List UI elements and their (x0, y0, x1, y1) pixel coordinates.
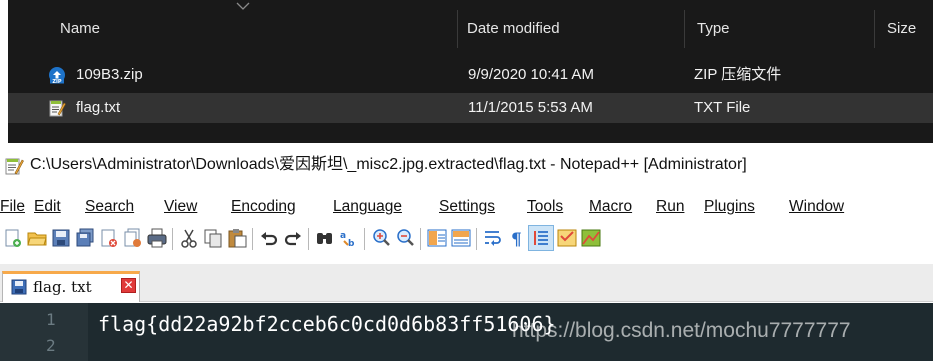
zoom-out-icon[interactable] (394, 227, 416, 249)
svg-text:ZIP: ZIP (52, 79, 61, 84)
toolbar-separator (252, 228, 253, 250)
word-wrap-icon[interactable] (482, 227, 504, 249)
copy-icon[interactable] (202, 227, 224, 249)
menu-view[interactable]: View (164, 193, 197, 221)
column-header-size[interactable]: Size (879, 10, 933, 48)
column-divider[interactable] (457, 10, 458, 48)
menu-encoding[interactable]: Encoding (231, 193, 296, 221)
file-name: flag.txt (76, 99, 121, 116)
show-all-characters-icon[interactable]: ¶ (506, 227, 528, 249)
print-icon[interactable] (146, 227, 168, 249)
saved-file-icon (11, 279, 27, 295)
tab-strip: flag. txt ✕ (0, 264, 933, 302)
zip-icon: ZIP (49, 67, 65, 84)
file-explorer: Name Date modified Type Size ZIP 109B3.z… (0, 0, 933, 143)
notepad-plus-plus-icon (5, 158, 24, 175)
menu-run[interactable]: Run (656, 193, 684, 221)
menu-window[interactable]: Window (789, 193, 844, 221)
window-title: C:\Users\Administrator\Downloads\爱因斯坦\_m… (30, 156, 747, 173)
csdn-watermark: https://blog.csdn.net/mochu7777777 (512, 319, 851, 342)
line-number-gutter: 1 2 (0, 303, 88, 361)
file-date: 11/1/2015 5:53 AM (468, 99, 593, 116)
svg-text:¶: ¶ (511, 230, 522, 249)
save-all-icon[interactable] (74, 227, 96, 249)
close-file-icon[interactable] (98, 227, 120, 249)
open-file-icon[interactable] (26, 227, 48, 249)
tab-flag-txt[interactable]: flag. txt ✕ (2, 271, 140, 302)
redo-icon[interactable] (282, 227, 304, 249)
file-name: 109B3.zip (76, 66, 143, 83)
tab-label: flag. txt (33, 278, 92, 296)
toolbar-separator (308, 228, 309, 250)
toolbar-separator (364, 228, 365, 250)
paste-icon[interactable] (226, 227, 248, 249)
editor-area[interactable]: 1 2 flag{dd22a92bf2cceb6c0cd0d6b83ff5160… (0, 303, 933, 361)
close-all-icon[interactable] (122, 227, 144, 249)
new-file-icon[interactable] (2, 227, 24, 249)
menu-settings[interactable]: Settings (439, 193, 495, 221)
column-header-name[interactable]: Name (52, 10, 452, 48)
column-divider[interactable] (684, 10, 685, 48)
tab-close-button[interactable]: ✕ (121, 278, 136, 293)
menu-search[interactable]: Search (85, 193, 134, 221)
document-map-icon[interactable] (580, 227, 602, 249)
sync-vertical-icon[interactable] (426, 227, 448, 249)
menu-plugins[interactable]: Plugins (704, 193, 755, 221)
line-number: 1 (46, 310, 56, 329)
save-icon[interactable] (50, 227, 72, 249)
menu-edit[interactable]: Edit (34, 193, 61, 221)
menu-macro[interactable]: Macro (589, 193, 632, 221)
zoom-in-icon[interactable] (370, 227, 392, 249)
menu-language[interactable]: Language (333, 193, 402, 221)
menu-tools[interactable]: Tools (527, 193, 563, 221)
line-number: 2 (46, 336, 56, 355)
toolbar-separator (420, 228, 421, 250)
file-type: ZIP 压缩文件 (694, 66, 782, 83)
toolbar: ab ¶ (0, 222, 933, 256)
menu-file[interactable]: File (0, 193, 25, 221)
column-divider[interactable] (874, 10, 875, 48)
sync-horizontal-icon[interactable] (450, 227, 472, 249)
file-type: TXT File (694, 99, 751, 116)
column-header-type[interactable]: Type (689, 10, 869, 48)
svg-text:a: a (340, 231, 346, 241)
text-file-icon (49, 100, 66, 117)
sort-caret-icon (236, 2, 250, 10)
editor-text-line[interactable]: flag{dd22a92bf2cceb6c0cd0d6b83ff51606} (98, 311, 556, 337)
file-row-flag-txt[interactable]: flag.txt 11/1/2015 5:53 AM TXT File (8, 93, 933, 123)
find-icon[interactable] (314, 227, 336, 249)
toolbar-separator (172, 228, 173, 250)
replace-icon[interactable]: ab (338, 227, 360, 249)
svg-text:b: b (348, 239, 355, 249)
toolbar-separator (476, 228, 477, 250)
undo-icon[interactable] (258, 227, 280, 249)
cut-icon[interactable] (178, 227, 200, 249)
menu-bar: File Edit Search View Encoding Language … (0, 193, 933, 221)
indent-guide-icon[interactable] (530, 227, 552, 249)
column-header-date-modified[interactable]: Date modified (459, 10, 679, 48)
file-date: 9/9/2020 10:41 AM (468, 66, 594, 83)
user-language-icon[interactable] (556, 227, 578, 249)
file-row-zip[interactable]: ZIP 109B3.zip 9/9/2020 10:41 AM ZIP 压缩文件 (8, 60, 933, 90)
